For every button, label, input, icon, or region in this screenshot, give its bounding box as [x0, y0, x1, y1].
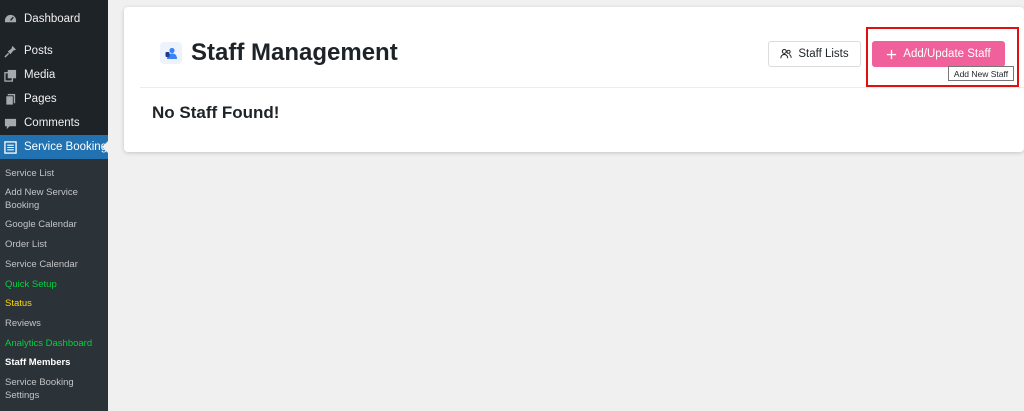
pages-icon: [3, 92, 17, 106]
sidebar-item-service-booking[interactable]: Service Booking: [0, 135, 108, 159]
submenu-item-add-new-service-booking[interactable]: Add New Service Booking: [5, 186, 105, 212]
dashboard-icon: [3, 12, 17, 26]
staff-icon: [160, 42, 182, 64]
submenu-item-service-calendar[interactable]: Service Calendar: [5, 258, 105, 271]
list-icon: [3, 140, 17, 154]
page-title: Staff Management: [191, 39, 398, 66]
staff-lists-button[interactable]: Staff Lists: [768, 41, 861, 67]
admin-sidebar: Dashboard Posts Media Pages Comments Ser…: [0, 0, 108, 411]
page-header: Staff Management: [160, 39, 398, 67]
submenu-item-quick-setup[interactable]: Quick Setup: [5, 278, 105, 291]
empty-state-message: No Staff Found!: [152, 103, 280, 122]
submenu-item-staff-members[interactable]: Staff Members: [5, 356, 105, 369]
sidebar-item-pages[interactable]: Pages: [0, 88, 108, 110]
sidebar-item-label: Service Booking: [24, 141, 108, 153]
sidebar-item-label: Posts: [24, 45, 53, 57]
divider: [140, 87, 1024, 88]
tooltip: Add New Staff: [948, 66, 1014, 81]
sidebar-item-label: Dashboard: [24, 13, 81, 25]
sidebar-item-comments[interactable]: Comments: [0, 112, 108, 134]
submenu-item-status[interactable]: Status: [5, 297, 105, 310]
sidebar-item-label: Pages: [24, 93, 57, 105]
sidebar-item-posts[interactable]: Posts: [0, 40, 108, 62]
submenu-item-reviews[interactable]: Reviews: [5, 317, 105, 330]
active-indicator: [102, 141, 108, 153]
pin-icon: [3, 44, 17, 58]
service-booking-submenu: Service List Add New Service Booking Goo…: [0, 159, 108, 411]
submenu-item-google-calendar[interactable]: Google Calendar: [5, 218, 105, 231]
sidebar-item-dashboard[interactable]: Dashboard: [0, 8, 108, 30]
users-icon: [780, 48, 792, 60]
media-icon: [3, 68, 17, 82]
submenu-item-service-booking-settings[interactable]: Service Booking Settings: [5, 376, 105, 402]
staff-management-card: Staff Management Staff Lists Add/Update …: [124, 7, 1024, 152]
sidebar-item-label: Media: [24, 69, 56, 81]
submenu-item-order-list[interactable]: Order List: [5, 238, 105, 251]
submenu-item-service-list[interactable]: Service List: [5, 167, 105, 180]
staff-lists-label: Staff Lists: [798, 48, 849, 60]
sidebar-item-label: Comments: [24, 117, 80, 129]
comment-icon: [3, 116, 17, 130]
submenu-item-analytics-dashboard[interactable]: Analytics Dashboard: [5, 337, 105, 350]
sidebar-item-media[interactable]: Media: [0, 64, 108, 86]
